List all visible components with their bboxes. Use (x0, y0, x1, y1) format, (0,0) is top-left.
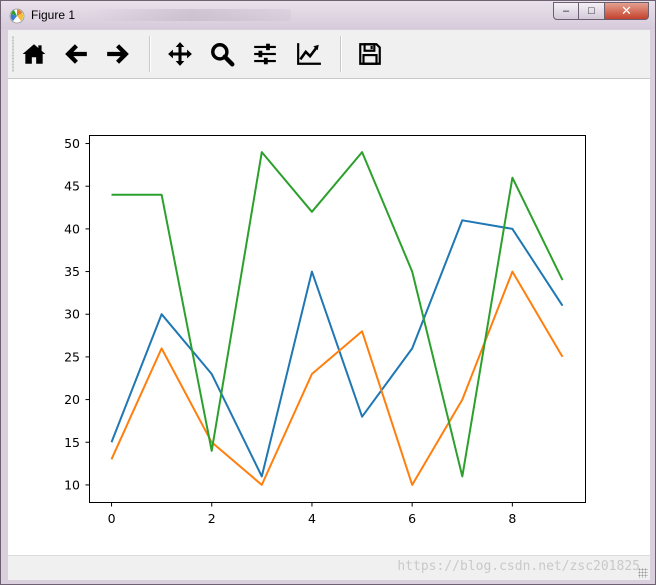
y-tick-label: 15 (64, 435, 80, 450)
maximize-button[interactable]: □ (579, 2, 605, 20)
forward-arrow-icon (107, 44, 129, 64)
series-line-2 (110, 270, 564, 486)
home-icon (22, 44, 46, 64)
series-line-1 (110, 219, 564, 478)
pan-move-icon (168, 42, 192, 66)
status-bar: https://blog.csdn.net/zsc201825 (8, 555, 650, 580)
resize-grip[interactable] (638, 568, 648, 578)
y-tick-label: 50 (64, 136, 80, 151)
minimize-button[interactable]: – (553, 2, 579, 20)
x-tick-label: 2 (208, 511, 216, 526)
figure-window: Figure 1 – □ ✕ 0 2 4 6 8 10 15 20 25 30 … (0, 0, 656, 585)
y-tick-label: 30 (64, 307, 80, 322)
y-tick-label: 10 (64, 477, 80, 492)
zoom-button[interactable] (206, 38, 238, 70)
zoom-magnifier-icon (211, 43, 235, 67)
blurred-title-area (91, 9, 291, 21)
home-button[interactable] (18, 38, 50, 70)
x-tick-label: 4 (308, 511, 316, 526)
edit-axis-curve-icon (297, 43, 321, 65)
back-arrow-icon (65, 44, 87, 64)
save-floppy-icon (359, 43, 381, 65)
toolbar-separator (149, 36, 151, 72)
series-layer (110, 151, 564, 486)
navigation-toolbar (8, 30, 650, 79)
back-button[interactable] (60, 38, 92, 70)
close-button[interactable]: ✕ (605, 2, 649, 20)
close-icon: ✕ (621, 3, 632, 18)
watermark-text: https://blog.csdn.net/zsc201825 (397, 559, 640, 574)
toolbar-separator (340, 36, 342, 72)
x-tick-label: 6 (408, 511, 416, 526)
y-tick-label: 45 (64, 179, 80, 194)
window-title: Figure 1 (31, 8, 76, 22)
figure-canvas[interactable]: 0 2 4 6 8 10 15 20 25 30 35 40 45 50 (8, 79, 650, 555)
subplots-sliders-icon (254, 43, 276, 65)
save-button[interactable] (354, 38, 386, 70)
line-chart: 0 2 4 6 8 10 15 20 25 30 35 40 45 50 (64, 135, 586, 526)
window-controls: – □ ✕ (553, 2, 649, 21)
toolbar-grip[interactable] (12, 36, 14, 72)
x-tick-label: 8 (508, 511, 516, 526)
y-tick-label: 35 (64, 264, 80, 279)
x-tick-label: 0 (108, 511, 116, 526)
y-tick-label: 20 (64, 392, 80, 407)
pan-button[interactable] (164, 38, 196, 70)
minimize-icon: – (562, 5, 570, 17)
edit-axis-button[interactable] (293, 38, 325, 70)
y-tick-label: 25 (64, 349, 80, 364)
title-bar[interactable]: Figure 1 – □ ✕ (1, 1, 655, 29)
y-tick-label: 40 (64, 221, 80, 236)
matplotlib-app-icon (9, 8, 25, 24)
maximize-icon: □ (588, 5, 595, 17)
forward-button[interactable] (102, 38, 134, 70)
configure-subplots-button[interactable] (249, 38, 281, 70)
